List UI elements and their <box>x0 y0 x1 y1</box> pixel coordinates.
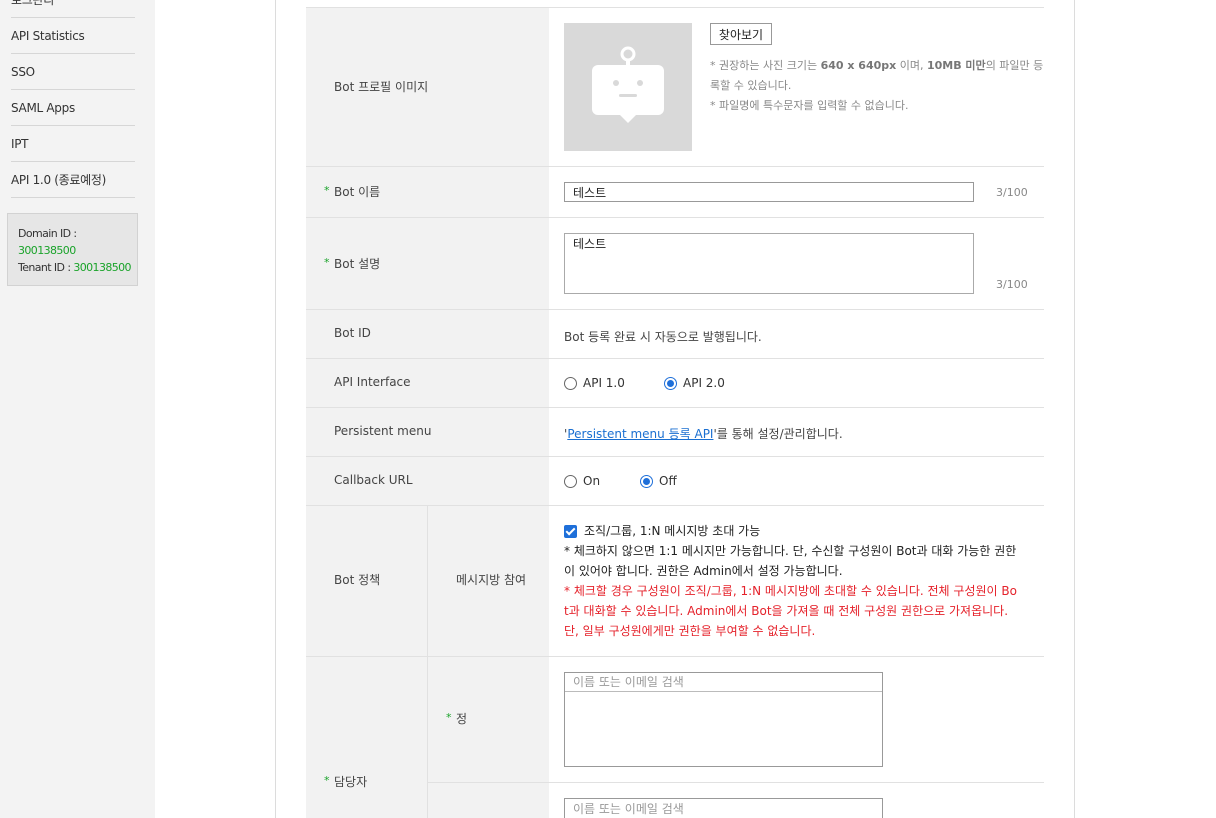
secondary-manager-box <box>564 798 883 818</box>
row-persistent-menu: Persistent menu 'Persistent menu 등록 API'… <box>306 407 1044 457</box>
domain-id-label: Domain ID : <box>18 227 77 240</box>
row-manager: * 담당자 * 정 <box>306 656 1044 818</box>
sidebar-item-sso[interactable]: SSO <box>11 54 135 90</box>
row-callback-url: Callback URL On Off <box>306 456 1044 506</box>
tenant-id-value: 300138500 <box>73 261 131 274</box>
api-1-0-radio[interactable] <box>564 377 577 390</box>
sidebar-item-ipt[interactable]: IPT <box>11 126 135 162</box>
persistent-menu-text: 'Persistent menu 등록 API'를 통해 설정/관리합니다. <box>564 427 843 441</box>
persistent-menu-label: Persistent menu <box>334 424 432 438</box>
row-profile-image: Bot 프로필 이미지 찾아보기 * 권장하는 사진 크기는 640 x 640… <box>306 7 1044 167</box>
invite-checkbox[interactable] <box>564 525 577 538</box>
sidebar-item-api-1-0[interactable]: API 1.0 (종료예정) <box>11 162 135 198</box>
callback-on-radio[interactable] <box>564 475 577 488</box>
bot-desc-label: Bot 설명 <box>334 257 381 271</box>
api-2-0-radio[interactable] <box>664 377 677 390</box>
bot-id-label: Bot ID <box>334 326 371 340</box>
bot-policy-label: Bot 정책 <box>334 573 381 587</box>
row-bot-desc: * Bot 설명 테스트 3/100 <box>306 217 1044 310</box>
row-bot-name: * Bot 이름 3/100 <box>306 166 1044 218</box>
callback-off-label[interactable]: Off <box>659 474 677 488</box>
api-1-0-label[interactable]: API 1.0 <box>583 376 625 390</box>
callback-off-radio[interactable] <box>640 475 653 488</box>
bot-avatar-icon <box>592 46 664 123</box>
primary-manager-box <box>564 672 883 767</box>
tenant-id-label: Tenant ID : <box>18 261 71 274</box>
profile-image-label: Bot 프로필 이미지 <box>334 80 429 94</box>
bot-name-input[interactable] <box>564 182 974 202</box>
api-interface-label: API Interface <box>334 375 411 389</box>
policy-warning-1: * 체크할 경우 구성원이 조직/그룹, 1:N 메시지방에 초대할 수 있습니… <box>564 584 1017 598</box>
manager-label: 담당자 <box>334 775 368 789</box>
row-api-interface: API Interface API 1.0 API 2.0 <box>306 358 1044 408</box>
policy-warning-3: 단, 일부 구성원에게만 권한을 부여할 수 없습니다. <box>564 624 816 638</box>
primary-manager-search-input[interactable] <box>565 673 882 692</box>
sidebar: 로그관리 API Statistics SSO SAML Apps IPT AP… <box>0 0 155 818</box>
domain-id-value: 300138500 <box>18 244 76 257</box>
sidebar-menu: 로그관리 API Statistics SSO SAML Apps IPT AP… <box>11 0 135 198</box>
browse-button[interactable]: 찾아보기 <box>710 23 772 45</box>
row-bot-id: Bot ID Bot 등록 완료 시 자동으로 발행됩니다. <box>306 309 1044 359</box>
policy-note-1: * 체크하지 않으면 1:1 메시지만 가능합니다. 단, 수신할 구성원이 B… <box>564 544 1017 558</box>
bot-desc-textarea[interactable]: 테스트 <box>564 233 974 294</box>
sidebar-item-log[interactable]: 로그관리 <box>11 0 135 18</box>
required-mark: * <box>324 184 330 197</box>
bot-id-value: Bot 등록 완료 시 자동으로 발행됩니다. <box>564 330 762 344</box>
callback-on-label[interactable]: On <box>583 474 600 488</box>
bot-name-label: Bot 이름 <box>334 185 381 199</box>
sidebar-item-api-statistics[interactable]: API Statistics <box>11 18 135 54</box>
callback-url-label: Callback URL <box>334 473 413 487</box>
sidebar-item-saml-apps[interactable]: SAML Apps <box>11 90 135 126</box>
required-mark: * <box>324 256 330 269</box>
image-size-hint-cont: 록할 수 있습니다. <box>710 79 792 92</box>
primary-manager-label: 정 <box>456 712 468 726</box>
policy-note-2: 이 있어야 합니다. 권한은 Admin에서 설정 가능합니다. <box>564 564 843 578</box>
profile-image-preview <box>564 23 692 151</box>
domain-info-box: Domain ID : 300138500 Tenant ID : 300138… <box>7 213 138 286</box>
required-mark: * <box>324 774 330 787</box>
persistent-menu-api-link[interactable]: Persistent menu 등록 API <box>567 427 713 441</box>
message-room-label: 메시지방 참여 <box>456 573 527 587</box>
filename-hint: * 파일명에 특수문자를 입력할 수 없습니다. <box>710 99 909 112</box>
row-bot-policy: Bot 정책 메시지방 참여 조직/그룹, 1:N 메시지방 초대 가능 * 체… <box>306 505 1044 657</box>
image-size-hint: * 권장하는 사진 크기는 640 x 640px 이며, 10MB 미만의 파… <box>710 59 1044 72</box>
secondary-manager-search-input[interactable] <box>565 799 882 818</box>
required-mark: * <box>446 711 452 724</box>
bot-desc-counter: 3/100 <box>996 278 1028 291</box>
policy-warning-2: t과 대화할 수 있습니다. Admin에서 Bot을 가져올 때 전체 구성원… <box>564 604 1009 618</box>
invite-checkbox-label[interactable]: 조직/그룹, 1:N 메시지방 초대 가능 <box>584 521 760 541</box>
api-2-0-label[interactable]: API 2.0 <box>683 376 725 390</box>
bot-name-counter: 3/100 <box>996 186 1028 199</box>
